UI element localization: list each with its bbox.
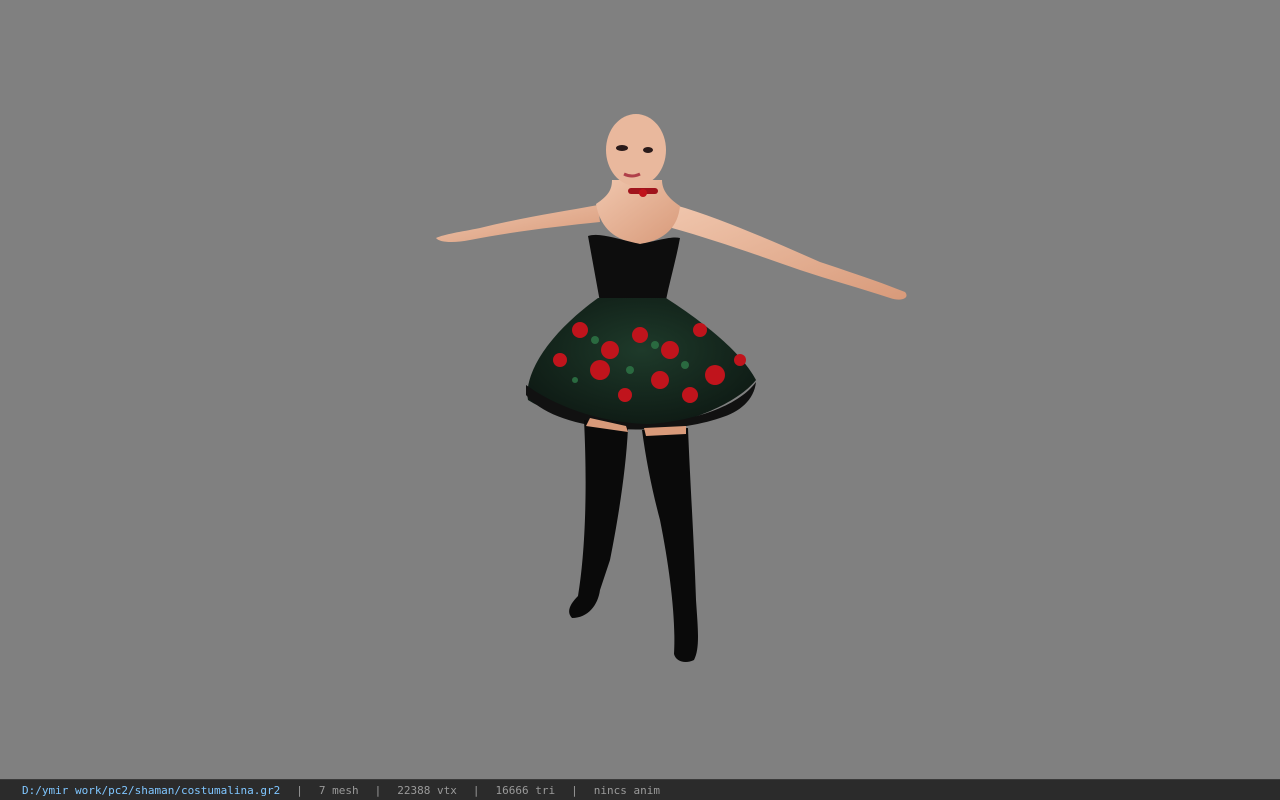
vertex-count: 22388 vtx [397, 783, 457, 797]
3d-viewport[interactable] [0, 0, 1280, 779]
triangle-count: 16666 tri [495, 783, 556, 797]
left-boot [569, 420, 628, 618]
separator: | [374, 783, 382, 797]
separator: | [296, 783, 303, 797]
character-model [436, 114, 907, 662]
left-arm [436, 205, 600, 243]
separator: | [472, 783, 480, 797]
status-bar: D:/ymir work/pc2/shaman/costumalina.gr2 … [0, 779, 1280, 800]
bodice [588, 234, 680, 302]
separator: | [571, 783, 578, 797]
animation-status: nincs anim [593, 783, 660, 797]
mesh-count: 7 mesh [318, 783, 359, 797]
file-path: D:/ymir work/pc2/shaman/costumalina.gr2 [22, 783, 281, 797]
right-arm [672, 205, 907, 300]
right-boot [642, 428, 698, 662]
